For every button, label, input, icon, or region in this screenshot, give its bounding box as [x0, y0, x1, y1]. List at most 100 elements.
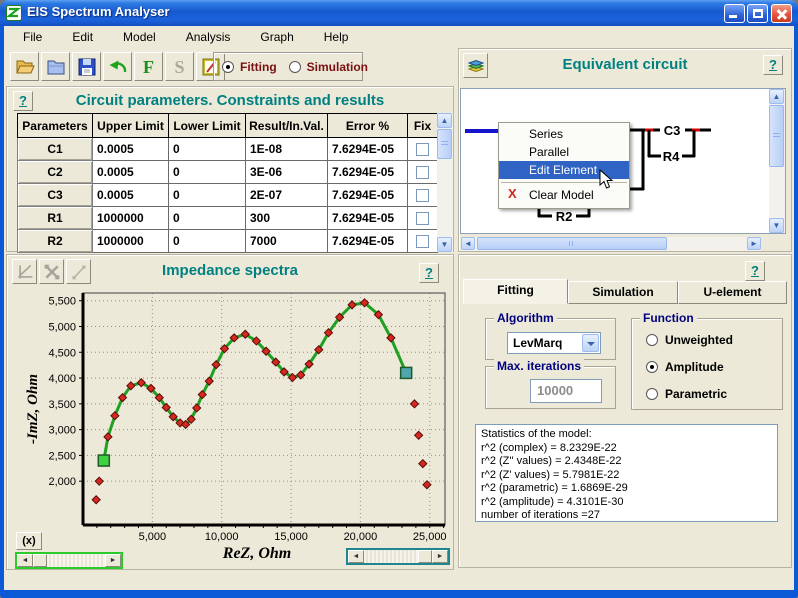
slider-thumb[interactable] [418, 550, 432, 563]
table-row[interactable]: C1 0.0005 0 1E-08 7.6294E-05 [17, 137, 438, 161]
upper-limit-cell[interactable]: 0.0005 [92, 137, 169, 161]
app-logo-icon [6, 5, 22, 21]
slider-left-arrow-icon[interactable]: ◄ [17, 554, 33, 567]
circuit-help-button[interactable]: ? [763, 55, 783, 75]
amplitude-radio[interactable] [646, 361, 658, 373]
impedance-chart[interactable]: 5,000 10,000 15,000 20,000 25,000 2,000 2,500 3… [9, 281, 449, 546]
maximize-button[interactable] [747, 4, 768, 23]
param-name-cell[interactable]: R2 [17, 229, 93, 253]
slider-right-arrow-icon[interactable]: ► [105, 554, 121, 567]
menu-item-parallel[interactable]: Parallel [499, 143, 629, 161]
tab-u-element[interactable]: U-element [678, 281, 787, 304]
param-name-cell[interactable]: C2 [17, 160, 93, 184]
title-bar[interactable]: EIS Spectrum Analyser [0, 0, 798, 26]
slider-right-arrow-icon[interactable]: ► [432, 550, 448, 563]
table-header-row: Parameters Upper Limit Lower Limit Resul… [17, 113, 438, 138]
table-row[interactable]: R2 1000000 0 7000 7.6294E-05 [17, 229, 438, 253]
circuit-hscrollbar[interactable]: ◄ ► [461, 237, 761, 251]
unweighted-radio[interactable] [646, 334, 658, 346]
menu-model[interactable]: Model [114, 28, 165, 46]
table-row[interactable]: C2 0.0005 0 3E-06 7.6294E-05 [17, 160, 438, 184]
fix-checkbox[interactable] [416, 165, 429, 179]
window-title: EIS Spectrum Analyser [27, 4, 170, 19]
menu-file[interactable]: File [14, 28, 51, 46]
fix-cell [407, 137, 438, 161]
scroll-down-icon[interactable]: ▼ [437, 237, 452, 252]
x-range-slider-right[interactable]: ◄ ► [346, 548, 450, 565]
minimize-button[interactable] [724, 4, 745, 23]
menu-item-series[interactable]: Series [499, 125, 629, 143]
fit-button[interactable]: F [134, 52, 163, 81]
result-cell[interactable]: 2E-07 [245, 183, 328, 207]
x-range-slider-left[interactable]: ◄ ► [15, 552, 123, 569]
param-name-cell[interactable]: C3 [17, 183, 93, 207]
circuit-element-c3[interactable]: C3 [664, 123, 681, 138]
open-file-button[interactable] [10, 52, 39, 81]
undo-button[interactable] [103, 52, 132, 81]
circuit-element-r2[interactable]: R2 [556, 209, 573, 224]
fix-checkbox[interactable] [416, 142, 429, 156]
error-cell[interactable]: 7.6294E-05 [327, 137, 408, 161]
col-result: Result/In.Val. [245, 113, 328, 138]
upper-limit-cell[interactable]: 0.0005 [92, 160, 169, 184]
circuit-vscrollbar[interactable]: ▲ ▼ [769, 89, 785, 233]
tab-fitting[interactable]: Fitting [463, 279, 568, 304]
impedance-help-button[interactable]: ? [419, 263, 439, 283]
fitting-help-button[interactable]: ? [745, 261, 765, 281]
result-cell[interactable]: 7000 [245, 229, 328, 253]
fitting-panel: ? Fitting Simulation U-element Algorithm… [458, 254, 792, 568]
fix-checkbox[interactable] [416, 234, 429, 248]
param-name-cell[interactable]: R1 [17, 206, 93, 230]
simulate-button[interactable]: S [165, 52, 194, 81]
lower-limit-cell[interactable]: 0 [168, 160, 246, 184]
parameters-table: Parameters Upper Limit Lower Limit Resul… [17, 113, 438, 253]
parametric-radio[interactable] [646, 388, 658, 400]
table-row[interactable]: C3 0.0005 0 2E-07 7.6294E-05 [17, 183, 438, 207]
menu-analysis[interactable]: Analysis [177, 28, 240, 46]
dropdown-button[interactable] [582, 334, 599, 352]
error-cell[interactable]: 7.6294E-05 [327, 183, 408, 207]
upper-limit-cell[interactable]: 0.0005 [92, 183, 169, 207]
close-button[interactable] [771, 4, 792, 23]
result-cell[interactable]: 1E-08 [245, 137, 328, 161]
error-cell[interactable]: 7.6294E-05 [327, 206, 408, 230]
parametric-option[interactable]: Parametric [646, 387, 727, 401]
simulation-radio[interactable] [288, 60, 301, 73]
slider-thumb[interactable] [33, 554, 47, 567]
param-name-cell[interactable]: C1 [17, 137, 93, 161]
unweighted-option[interactable]: Unweighted [646, 333, 733, 347]
menu-edit[interactable]: Edit [63, 28, 102, 46]
result-cell[interactable]: 300 [245, 206, 328, 230]
lower-limit-cell[interactable]: 0 [168, 206, 246, 230]
table-row[interactable]: R1 1000000 0 300 7.6294E-05 [17, 206, 438, 230]
open-model-button[interactable] [41, 52, 70, 81]
lower-limit-cell[interactable]: 0 [168, 137, 246, 161]
undo-icon [109, 60, 126, 72]
algorithm-dropdown[interactable]: LevMarq [507, 332, 601, 354]
lower-limit-cell[interactable]: 0 [168, 229, 246, 253]
table-scrollbar[interactable]: ▲ ▼ [437, 113, 453, 252]
app-window: EIS Spectrum Analyser File Edit Model An… [0, 0, 798, 598]
slider-left-arrow-icon[interactable]: ◄ [348, 550, 364, 563]
upper-limit-cell[interactable]: 1000000 [92, 206, 169, 230]
fix-checkbox[interactable] [416, 188, 429, 202]
fix-checkbox[interactable] [416, 211, 429, 225]
amplitude-option[interactable]: Amplitude [646, 360, 724, 374]
menu-help[interactable]: Help [315, 28, 358, 46]
x-axis-toggle-button[interactable]: (x) [16, 532, 42, 550]
lower-limit-cell[interactable]: 0 [168, 183, 246, 207]
max-iterations-input[interactable]: 10000 [530, 379, 602, 403]
upper-limit-cell[interactable]: 1000000 [92, 229, 169, 253]
circuit-element-r4[interactable]: R4 [663, 149, 680, 164]
menu-graph[interactable]: Graph [251, 28, 302, 46]
error-cell[interactable]: 7.6294E-05 [327, 160, 408, 184]
scroll-up-icon[interactable]: ▲ [437, 113, 452, 128]
col-error: Error % [327, 113, 408, 138]
result-cell[interactable]: 3E-06 [245, 160, 328, 184]
save-button[interactable] [72, 52, 101, 81]
error-cell[interactable]: 7.6294E-05 [327, 229, 408, 253]
circuit-canvas[interactable]: C3 R4 R2 Series Parallel Edit Element X … [460, 88, 786, 234]
tab-simulation[interactable]: Simulation [568, 281, 678, 304]
fitting-radio[interactable] [222, 60, 234, 73]
scroll-thumb[interactable] [437, 129, 452, 159]
